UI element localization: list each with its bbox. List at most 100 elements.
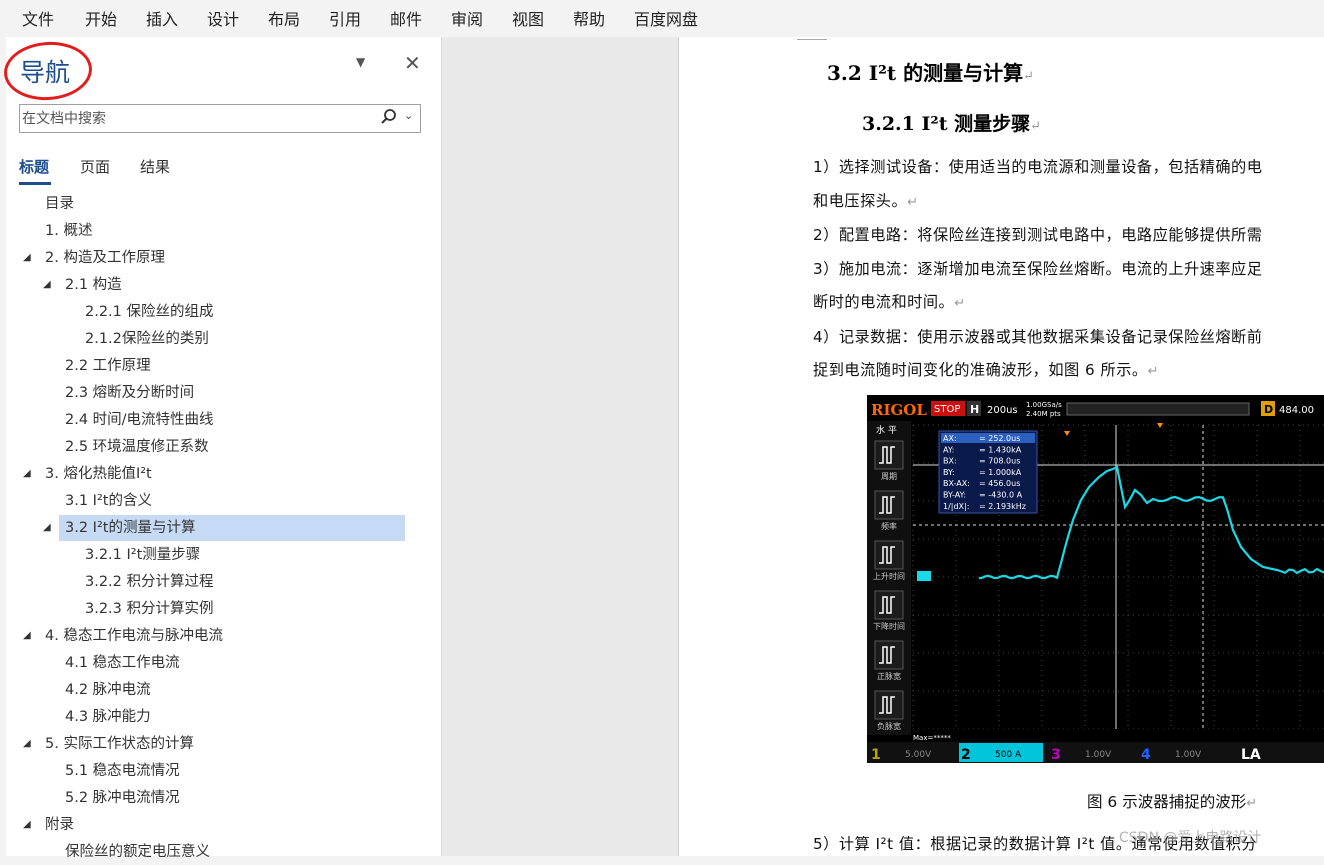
nav-heading-label: 3.2.2 积分计算过程 xyxy=(85,574,214,590)
nav-heading-label: 目录 xyxy=(45,196,74,212)
cursor-value: = 252.0us xyxy=(979,434,1020,443)
nav-heading-item[interactable]: 2.2 工作原理 xyxy=(6,353,426,379)
nav-heading-item[interactable]: 3.1 I²t的含义 xyxy=(6,488,426,514)
menu-item[interactable]: 插入 xyxy=(146,6,178,30)
measure-icon[interactable] xyxy=(874,690,904,720)
paragraph-line: 和电压探头。↵ xyxy=(813,192,919,210)
nav-heading-item[interactable]: 3.2.2 积分计算过程 xyxy=(6,569,426,595)
channel-number[interactable]: 3 xyxy=(1051,747,1061,763)
paragraph-line: 4）记录数据：使用示波器或其他数据采集设备记录保险丝熔断前 xyxy=(813,328,1263,346)
nav-heading-item[interactable]: ◢ 2. 构造及工作原理 xyxy=(6,245,426,271)
cursor-key: BX: xyxy=(943,457,957,466)
heading-3-2-1: 3.2.1 I²t 测量步骤↵ xyxy=(862,113,1042,135)
search-input[interactable] xyxy=(22,109,362,129)
nav-heading-item[interactable]: 5.2 脉冲电流情况 xyxy=(6,785,426,811)
menu-item[interactable]: 引用 xyxy=(329,6,361,30)
menu-item[interactable]: 邮件 xyxy=(390,6,422,30)
d-label: D xyxy=(1264,403,1273,416)
channel-scale: 1.00V xyxy=(1175,750,1202,760)
collapse-arrow-icon[interactable]: ◢ xyxy=(23,461,31,487)
measure-icon[interactable] xyxy=(874,590,904,620)
collapse-arrow-icon[interactable]: ◢ xyxy=(23,245,31,271)
nav-heading-item[interactable]: ◢ 4. 稳态工作电流与脉冲电流 xyxy=(6,623,426,649)
menu-item[interactable]: 百度网盘 xyxy=(634,6,698,30)
search-box: ⌄ xyxy=(19,104,421,133)
collapse-arrow-icon[interactable]: ◢ xyxy=(23,812,31,838)
tab-results[interactable]: 结果 xyxy=(140,156,170,177)
nav-heading-item[interactable]: 2.4 时间/电流特性曲线 xyxy=(6,407,426,433)
nav-heading-label: 5.1 稳态电流情况 xyxy=(65,763,180,779)
measure-label: 下降时间 xyxy=(873,621,905,631)
menu-item[interactable]: 帮助 xyxy=(573,6,605,30)
channel-number[interactable]: 1 xyxy=(871,747,881,763)
measure-label: 正脉宽 xyxy=(877,671,901,681)
d-value: 484.00 xyxy=(1279,405,1314,416)
red-circle-annotation xyxy=(2,39,94,103)
measure-icon[interactable] xyxy=(874,490,904,520)
nav-heading-label: 2.1.2保险丝的类别 xyxy=(85,331,209,347)
nav-heading-item[interactable]: 3.2.3 积分计算实例 xyxy=(6,596,426,622)
collapse-arrow-icon[interactable]: ◢ xyxy=(43,515,51,541)
memory-depth: 2.40M pts xyxy=(1026,410,1061,418)
collapse-arrow-icon[interactable]: ◢ xyxy=(23,731,31,757)
nav-heading-label: 4. 稳态工作电流与脉冲电流 xyxy=(45,628,223,644)
channel-number[interactable]: 2 xyxy=(961,747,971,763)
measure-icon[interactable] xyxy=(874,540,904,570)
nav-heading-item[interactable]: 3.2.1 I²t测量步骤 xyxy=(6,542,426,568)
cursor-key: BX-AX: xyxy=(943,479,970,488)
nav-heading-label: 4.1 稳态工作电流 xyxy=(65,655,180,671)
measure-icon[interactable] xyxy=(874,440,904,470)
nav-heading-item[interactable]: 4.3 脉冲能力 xyxy=(6,704,426,730)
oscilloscope-display: RIGOL STOP H 200us 1.00GSa/s 2.40M pts D… xyxy=(867,395,1324,763)
tab-pages[interactable]: 页面 xyxy=(80,156,110,177)
cursor-key: 1/|dX|: xyxy=(943,502,969,511)
collapse-arrow-icon[interactable]: ◢ xyxy=(23,623,31,649)
paragraph-line: 1）选择测试设备：使用适当的电流源和测量设备，包括精确的电 xyxy=(813,158,1263,176)
search-icon[interactable] xyxy=(380,108,398,126)
nav-heading-item[interactable]: 目录 xyxy=(6,191,426,217)
cursor-value: = 456.0us xyxy=(979,479,1020,488)
nav-heading-item[interactable]: ◢ 2.1 构造 xyxy=(6,272,426,298)
nav-heading-item[interactable]: ◢ 附录 xyxy=(6,812,426,838)
nav-heading-label: 2.3 熔断及分断时间 xyxy=(65,385,195,401)
nav-options-dropdown-icon[interactable]: ▼ xyxy=(356,55,365,69)
nav-heading-item[interactable]: 2.5 环境温度修正系数 xyxy=(6,434,426,460)
menu-item[interactable]: 开始 xyxy=(85,6,117,30)
watermark: CSDN @爱上电路设计 xyxy=(1119,830,1262,846)
cursor-key: BY: xyxy=(943,468,955,477)
nav-heading-item[interactable]: 2.2.1 保险丝的组成 xyxy=(6,299,426,325)
tab-headings[interactable]: 标题 xyxy=(19,156,49,177)
nav-heading-item[interactable]: 2.1.2保险丝的类别 xyxy=(6,326,426,352)
close-icon[interactable]: ✕ xyxy=(404,51,421,75)
nav-heading-item[interactable]: ◢ 3.2 I²t的测量与计算 xyxy=(43,515,405,541)
channel-number[interactable]: 4 xyxy=(1141,747,1151,763)
nav-heading-item[interactable]: 4.2 脉冲电流 xyxy=(6,677,426,703)
menu-item[interactable]: 布局 xyxy=(268,6,300,30)
nav-heading-label: 3.1 I²t的含义 xyxy=(65,493,152,509)
menu-item[interactable]: 视图 xyxy=(512,6,544,30)
measure-icon[interactable] xyxy=(874,640,904,670)
menu-item[interactable]: 审阅 xyxy=(451,6,483,30)
memory-bar xyxy=(1066,402,1250,416)
menu-item[interactable]: 文件 xyxy=(22,6,54,30)
nav-heading-item[interactable]: 保险丝的额定电压意义 xyxy=(6,839,426,865)
nav-heading-label: 附录 xyxy=(45,817,74,833)
nav-heading-item[interactable]: ◢ 3. 熔化热能值I²t xyxy=(6,461,426,487)
nav-heading-item[interactable]: 2.3 熔断及分断时间 xyxy=(6,380,426,406)
measure-label: 上升时间 xyxy=(873,571,905,581)
heading-3-2: 3.2 I²t 的测量与计算↵ xyxy=(827,61,1034,85)
menu-item[interactable]: 设计 xyxy=(207,6,239,30)
nav-heading-item[interactable]: 1. 概述 xyxy=(6,218,426,244)
document-page: 3.2 I²t 的测量与计算↵ 3.2.1 I²t 测量步骤↵ 1）选择测试设备… xyxy=(678,37,1324,856)
nav-heading-item[interactable]: ◢ 5. 实际工作状态的计算 xyxy=(6,731,426,757)
nav-heading-label: 4.2 脉冲电流 xyxy=(65,682,151,698)
search-options-icon[interactable]: ⌄ xyxy=(404,109,413,122)
cursor-value: = 1.430kA xyxy=(979,445,1022,454)
collapse-arrow-icon[interactable]: ◢ xyxy=(43,272,51,298)
cursor-value: = 1.000kA xyxy=(979,468,1022,477)
sample-rate: 1.00GSa/s xyxy=(1026,401,1062,409)
nav-heading-item[interactable]: 5.1 稳态电流情况 xyxy=(6,758,426,784)
nav-heading-item[interactable]: 4.1 稳态工作电流 xyxy=(6,650,426,676)
cursor-value: = 708.0us xyxy=(979,457,1020,466)
document-gutter xyxy=(442,37,678,856)
